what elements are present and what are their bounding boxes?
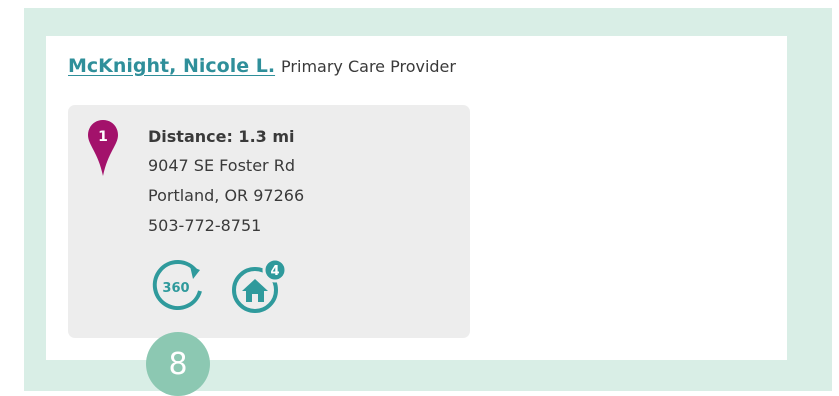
provider-role: Primary Care Provider (281, 57, 456, 76)
360-tour-icon[interactable]: 360 (148, 257, 206, 315)
street-address: 9047 SE Foster Rd (148, 156, 295, 175)
location-card: 1 Distance: 1.3 mi 9047 SE Foster Rd Por… (68, 105, 470, 338)
provider-header: McKnight, Nicole L. Primary Care Provide… (68, 55, 456, 77)
home-icon[interactable]: 4 (230, 257, 288, 315)
provider-name-link[interactable]: McKnight, Nicole L. (68, 55, 281, 77)
location-icons: 360 4 (148, 257, 288, 315)
home-count-badge: 4 (270, 264, 279, 279)
map-pin-icon: 1 (88, 120, 118, 176)
distance: Distance: 1.3 mi (148, 127, 295, 146)
phone-number: 503-772-8751 (148, 216, 262, 235)
360-tour-label: 360 (162, 281, 189, 296)
map-pin-number: 1 (98, 129, 108, 145)
location-details: Distance: 1.3 mi 9047 SE Foster Rd Portl… (148, 123, 304, 241)
step-number-badge: 8 (146, 332, 210, 396)
city-state-zip: Portland, OR 97266 (148, 186, 305, 205)
provider-panel: McKnight, Nicole L. Primary Care Provide… (46, 36, 787, 360)
